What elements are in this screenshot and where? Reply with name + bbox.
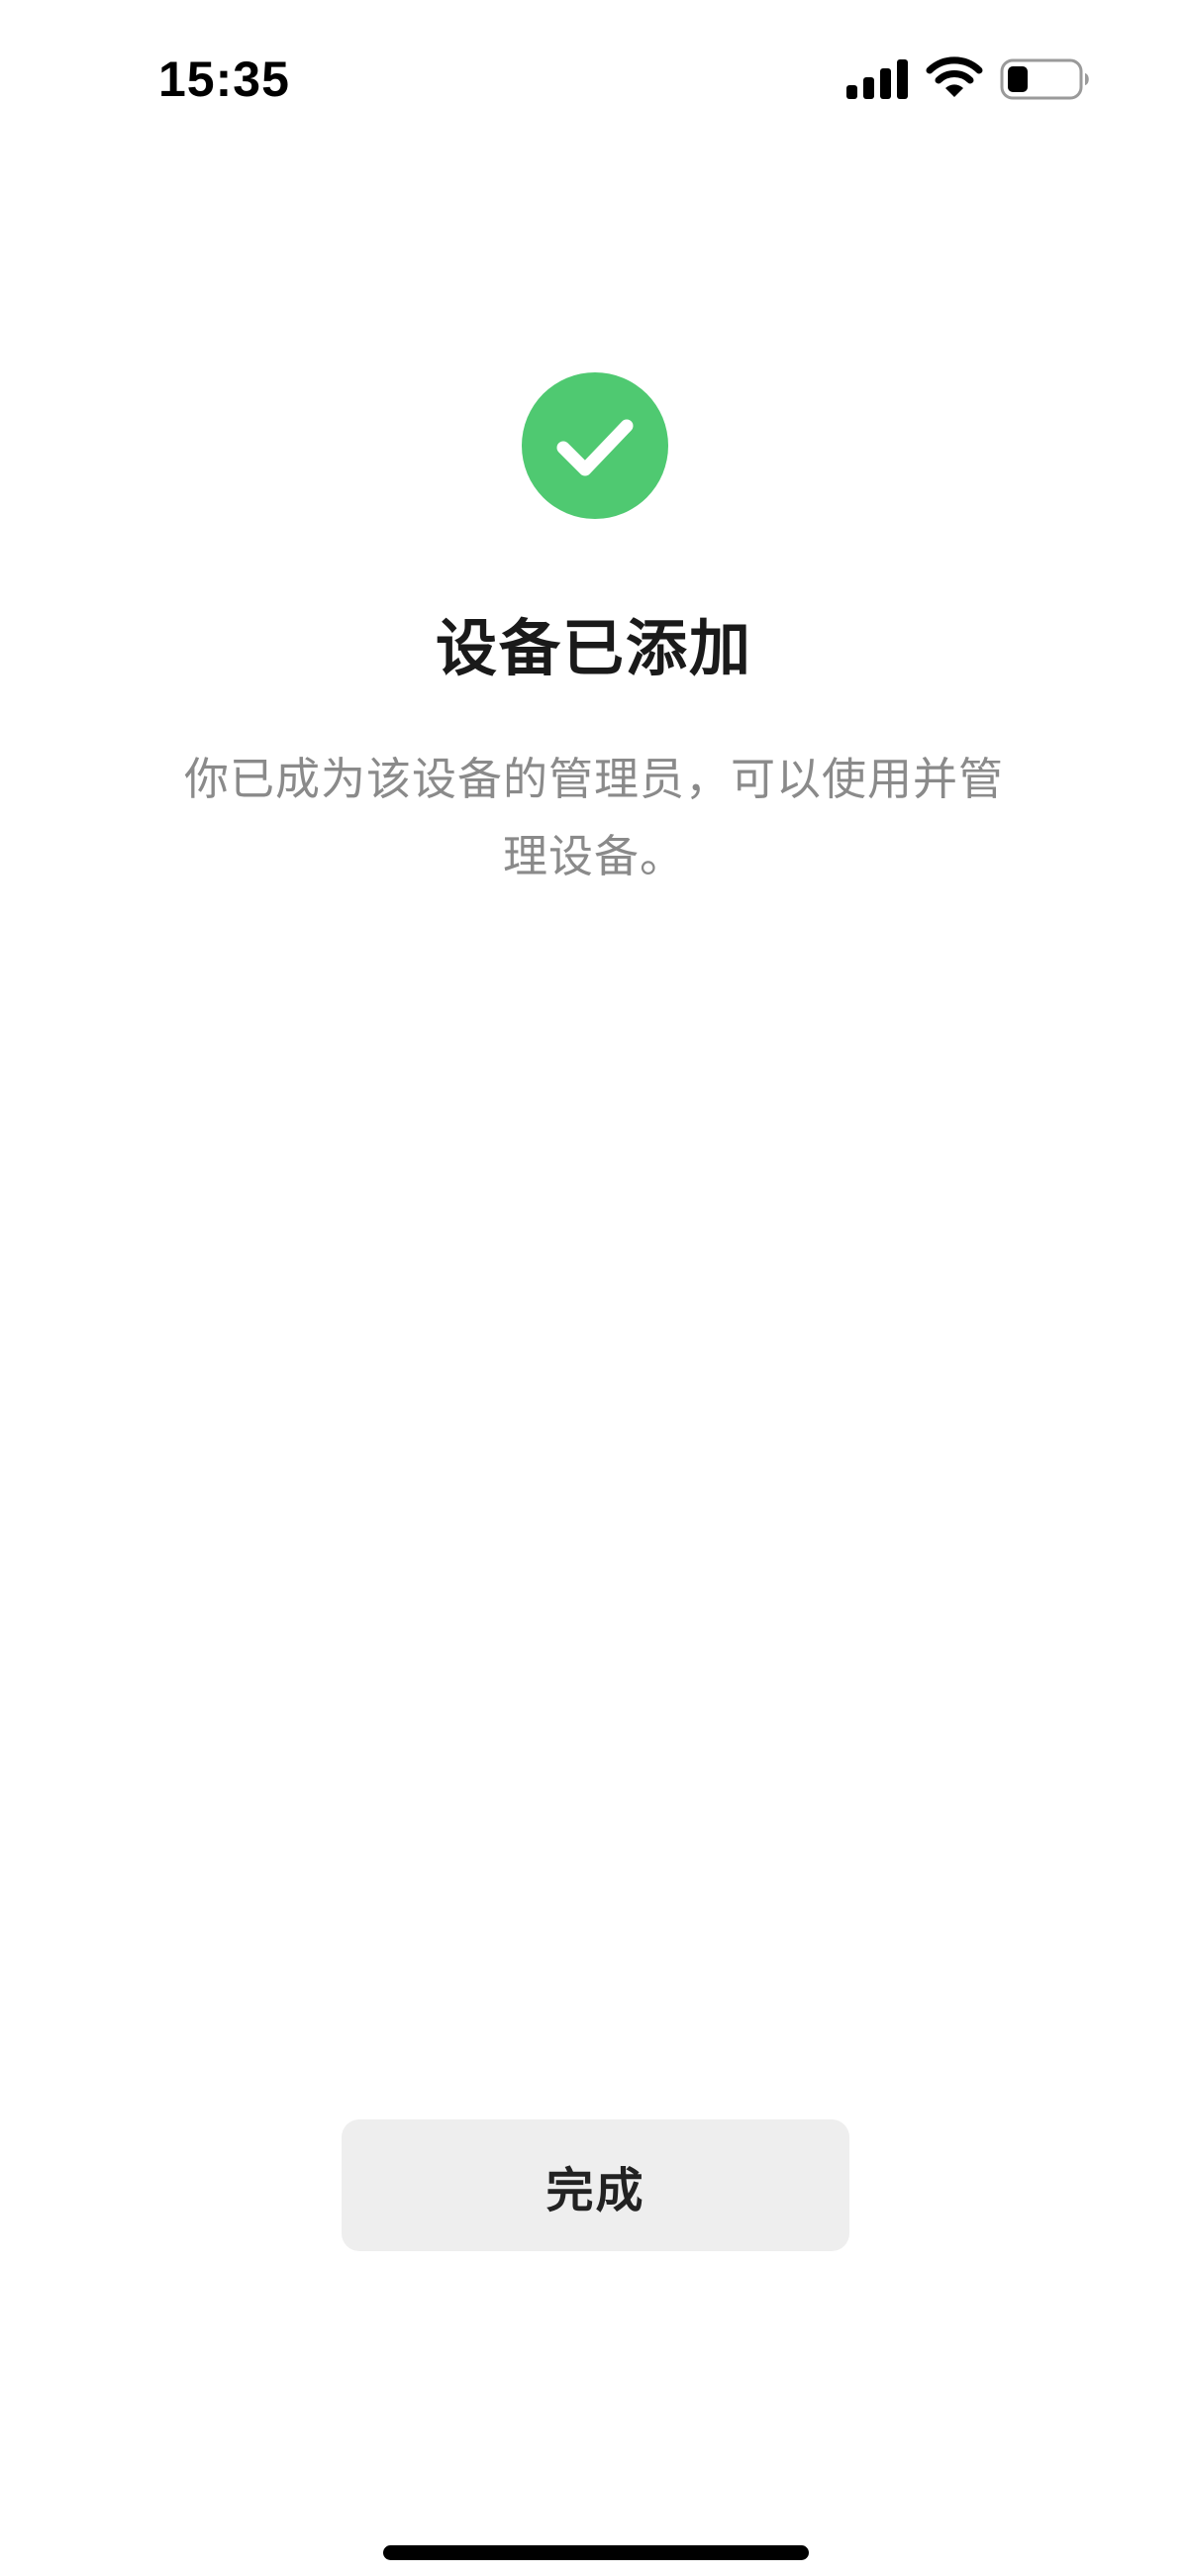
done-button-label: 完成	[545, 2162, 645, 2218]
status-time: 15:35	[158, 52, 290, 107]
signal-icon	[846, 59, 908, 99]
battery-icon	[1000, 58, 1089, 100]
done-button[interactable]: 完成	[342, 2119, 849, 2251]
checkmark-circle-icon	[522, 372, 668, 519]
page-description: 你已成为该设备的管理员，可以使用并管理设备。	[183, 753, 1004, 882]
page-title: 设备已添加	[435, 612, 752, 684]
home-indicator[interactable]	[383, 2545, 809, 2560]
status-bar: 15:35	[0, 0, 1188, 149]
wifi-icon	[926, 56, 983, 97]
